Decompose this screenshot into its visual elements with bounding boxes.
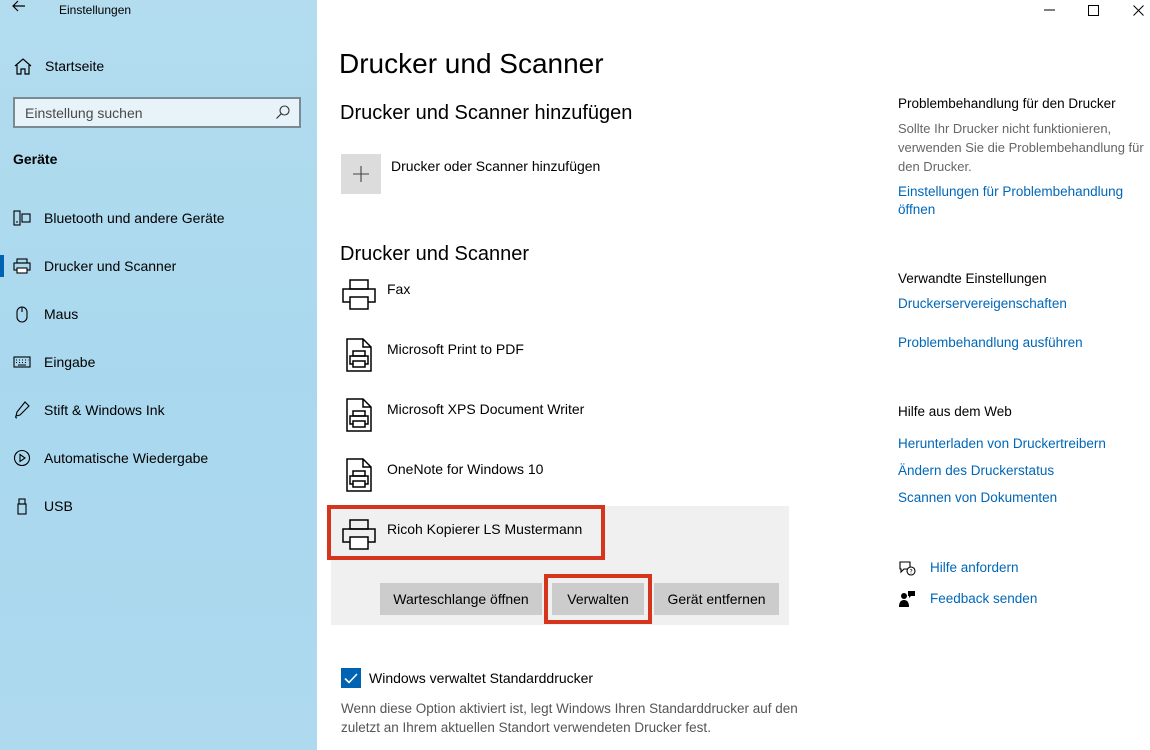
printers-section-heading: Drucker und Scanner <box>340 243 529 265</box>
default-printer-checkbox[interactable] <box>341 668 361 688</box>
printer-icon <box>341 277 377 313</box>
sidebar-item-autoplay[interactable]: Automatische Wiedergabe <box>0 434 317 482</box>
printer-item-fax[interactable]: Fax <box>341 277 410 313</box>
get-help-row[interactable]: ? Hilfe anfordern <box>898 559 1019 577</box>
related-settings-heading: Verwandte Einstellungen <box>898 271 1047 286</box>
sidebar-item-label: Bluetooth und andere Geräte <box>44 210 225 226</box>
print-server-properties-link[interactable]: Druckerservereigenschaften <box>898 295 1148 313</box>
main-content: Drucker und Scanner Drucker und Scanner … <box>317 0 1150 750</box>
document-printer-icon <box>341 457 377 493</box>
scan-documents-link[interactable]: Scannen von Dokumenten <box>898 489 1148 507</box>
open-queue-button[interactable]: Warteschlange öffnen <box>380 583 542 615</box>
printer-item-pdf[interactable]: Microsoft Print to PDF <box>341 337 524 373</box>
add-section-heading: Drucker und Scanner hinzufügen <box>340 102 633 124</box>
sidebar-item-label: Maus <box>44 306 79 322</box>
window-title: Einstellungen <box>59 3 132 17</box>
sidebar-item-label: Stift & Windows Ink <box>44 402 165 418</box>
pen-icon <box>12 401 32 419</box>
home-link[interactable]: Startseite <box>12 57 104 75</box>
svg-text:?: ? <box>910 569 913 576</box>
usb-icon <box>12 497 32 515</box>
get-help-link[interactable]: Hilfe anfordern <box>930 559 1019 577</box>
sidebar-item-bluetooth[interactable]: Bluetooth und andere Geräte <box>0 194 317 242</box>
troubleshoot-section: Problembehandlung für den Drucker Sollte… <box>898 96 1148 219</box>
printer-item-xps[interactable]: Microsoft XPS Document Writer <box>341 397 584 433</box>
sidebar: Einstellungen Startseite Einstellung suc… <box>0 0 317 750</box>
feedback-row[interactable]: Feedback senden <box>898 590 1037 608</box>
search-icon[interactable] <box>275 104 291 120</box>
sidebar-item-label: Eingabe <box>44 354 96 370</box>
sidebar-item-label: USB <box>44 498 73 514</box>
printer-name: OneNote for Windows 10 <box>387 461 544 477</box>
page-title: Drucker und Scanner <box>339 48 604 79</box>
add-printer-button[interactable]: Drucker oder Scanner hinzufügen <box>341 154 600 194</box>
mouse-icon <box>12 305 32 323</box>
sidebar-item-label: Automatische Wiedergabe <box>44 450 209 466</box>
plus-icon <box>341 154 381 194</box>
web-help-heading: Hilfe aus dem Web <box>898 404 1012 419</box>
remove-device-button[interactable]: Gerät entfernen <box>654 583 779 615</box>
sidebar-item-pen[interactable]: Stift & Windows Ink <box>0 386 317 434</box>
feedback-link[interactable]: Feedback senden <box>930 590 1037 608</box>
download-drivers-link[interactable]: Herunterladen von Druckertreibern <box>898 435 1148 453</box>
document-printer-icon <box>341 397 377 433</box>
troubleshoot-settings-link[interactable]: Einstellungen für Problembehandlung öffn… <box>898 183 1148 219</box>
keyboard-icon <box>12 353 32 371</box>
home-label: Startseite <box>45 58 105 74</box>
sidebar-item-printers[interactable]: Drucker und Scanner <box>0 242 317 290</box>
printer-name: Microsoft XPS Document Writer <box>387 401 585 417</box>
sidebar-item-input[interactable]: Eingabe <box>0 338 317 386</box>
web-help-section: Hilfe aus dem Web Herunterladen von Druc… <box>898 404 1148 507</box>
back-arrow-icon[interactable] <box>12 0 32 18</box>
run-troubleshooter-link[interactable]: Problembehandlung ausführen <box>898 334 1148 352</box>
manage-button-highlight <box>544 574 652 624</box>
bluetooth-devices-icon <box>12 209 32 227</box>
default-printer-label: Windows verwaltet Standarddrucker <box>369 670 594 686</box>
troubleshoot-heading: Problembehandlung für den Drucker <box>898 96 1116 111</box>
home-icon <box>12 57 34 75</box>
change-printer-status-link[interactable]: Ändern des Druckerstatus <box>898 462 1148 480</box>
selected-printer-highlight <box>327 505 605 560</box>
sidebar-item-label: Drucker und Scanner <box>44 258 177 274</box>
printer-item-onenote[interactable]: OneNote for Windows 10 <box>341 457 543 493</box>
printer-icon <box>12 257 32 275</box>
sidebar-item-mouse[interactable]: Maus <box>0 290 317 338</box>
autoplay-icon <box>12 449 32 467</box>
printer-name: Microsoft Print to PDF <box>387 341 524 357</box>
document-printer-icon <box>341 337 377 373</box>
search-placeholder: Einstellung suchen <box>25 105 143 121</box>
settings-search-input[interactable]: Einstellung suchen <box>13 97 301 128</box>
sidebar-item-usb[interactable]: USB <box>0 482 317 530</box>
chat-help-icon: ? <box>898 559 916 577</box>
troubleshoot-text: Sollte Ihr Drucker nicht funktionieren, … <box>898 121 1144 174</box>
add-printer-label: Drucker oder Scanner hinzufügen <box>391 158 601 174</box>
printer-name: Fax <box>387 281 411 297</box>
default-printer-description: Wenn diese Option aktiviert ist, legt Wi… <box>341 701 798 735</box>
related-settings-section: Verwandte Einstellungen Druckerservereig… <box>898 271 1148 352</box>
sidebar-section-heading: Geräte <box>13 151 58 167</box>
sidebar-nav: Bluetooth und andere Geräte Drucker und … <box>0 194 317 530</box>
feedback-icon <box>898 590 916 608</box>
